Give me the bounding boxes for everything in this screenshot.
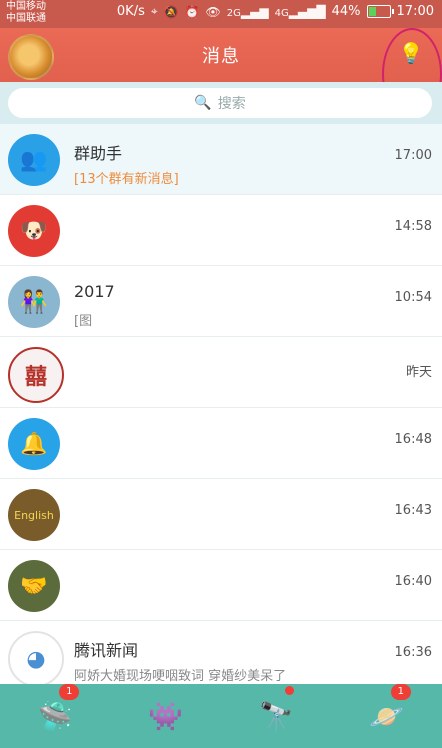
conversation-title: 群助手 [74, 144, 123, 163]
contacts-icon: 👥 [8, 134, 60, 186]
conversation-time: 昨天 [405, 365, 432, 380]
signal-icon-1: 2G▂▄▆ [226, 4, 269, 19]
jd-dog-icon: 🐶 [8, 205, 60, 257]
lightbulb-icon[interactable]: 💡 [398, 40, 424, 66]
conversation-row[interactable]: 🐶 14:58 [0, 195, 442, 266]
conversation-title: 腾讯新闻 [74, 641, 139, 660]
search-input[interactable]: 🔍 搜索 [8, 88, 432, 118]
bell-icon: 🔔 [8, 418, 60, 470]
search-icon: 🔍 [194, 95, 212, 111]
bottom-nav: 🛸 1 👾 🔭 🪐 1 [0, 684, 442, 748]
location-icon: ⌖ [150, 4, 158, 18]
nav-messages[interactable]: 🛸 1 [27, 684, 83, 744]
search-placeholder: 搜索 [217, 96, 246, 112]
handshake-icon: 🤝 [8, 560, 60, 612]
carrier-1: 中国移动 [6, 1, 46, 12]
conversation-time: 17:00 [394, 148, 432, 163]
conversation-time: 14:58 [394, 219, 432, 234]
mute-icon: 🔕 [163, 4, 179, 19]
page-title: 消息 [202, 46, 240, 67]
planet-icon: 🪐 [369, 699, 405, 733]
conversation-time: 16:40 [394, 574, 432, 589]
net-type-2: 4G [274, 7, 289, 19]
conversation-row[interactable]: ◕ 腾讯新闻 阿娇大婚现场哽咽致词 穿婚纱美呆了 16:36 [0, 621, 442, 684]
conversation-row[interactable]: 🔔 16:48 [0, 408, 442, 479]
battery-icon [366, 5, 394, 18]
search-area: 🔍 搜索 [0, 82, 442, 124]
battery-percent: 44% [331, 4, 361, 19]
conversation-row[interactable]: English 16:43 [0, 479, 442, 550]
conversation-time: 16:36 [394, 645, 432, 660]
net-speed: 0K/s [116, 4, 145, 19]
eye-icon: 👁 [205, 4, 221, 19]
nav-dynamic[interactable]: 🔭 [248, 686, 304, 744]
signal-icon-2: 4G▂▄▆█ [274, 4, 326, 19]
conversation-title: 2017 [74, 282, 115, 301]
nav-me[interactable]: 🪐 1 [359, 684, 415, 744]
couple-icon: 👫 [8, 276, 60, 328]
alarm-icon: ⏰ [184, 4, 200, 19]
title-bar: 消息 💡 [0, 28, 442, 82]
nav-contacts[interactable]: 👾 [138, 688, 194, 744]
conversation-preview: [13个群有新消息] [74, 172, 179, 187]
conversation-list: 👥 群助手 [13个群有新消息] 17:00 🐶 14:58 👫 2017 [图… [0, 124, 442, 684]
carrier-2: 中国联通 [6, 13, 46, 24]
red-dot [285, 686, 295, 695]
conversation-time: 16:43 [394, 503, 432, 518]
ufo-icon: 🛸 [37, 699, 73, 733]
badge: 1 [59, 684, 80, 700]
telescope-icon: 🔭 [258, 699, 294, 733]
net-type-1: 2G [226, 7, 241, 19]
seal-icon: 囍 [8, 347, 64, 403]
status-bar: 中国移动 中国联通 0K/s ⌖ 🔕 ⏰ 👁 2G▂▄▆ 4G▂▄▆█ 44% … [0, 0, 442, 28]
conversation-preview: [图 [74, 314, 93, 329]
carrier-names: 中国移动 中国联通 [6, 1, 46, 25]
conversation-preview: 阿娇大婚现场哽咽致词 穿婚纱美呆了 [74, 669, 287, 684]
monster-icon: 👾 [148, 699, 184, 733]
battery-fill [368, 7, 377, 16]
badge: 1 [390, 684, 411, 700]
status-indicators: 0K/s ⌖ 🔕 ⏰ 👁 2G▂▄▆ 4G▂▄▆█ 44% 17:00 [117, 4, 434, 19]
english-icon: English [8, 489, 60, 541]
news-icon: ◕ [8, 631, 64, 684]
conversation-row[interactable]: 🤝 16:40 [0, 550, 442, 621]
conversation-time: 16:48 [394, 432, 432, 447]
clock: 17:00 [396, 4, 434, 19]
conversation-time: 10:54 [394, 290, 432, 305]
conversation-row[interactable]: 👫 2017 [图 10:54 [0, 266, 442, 337]
conversation-row[interactable]: 囍 昨天 [0, 337, 442, 408]
conversation-row[interactable]: 👥 群助手 [13个群有新消息] 17:00 [0, 124, 442, 195]
